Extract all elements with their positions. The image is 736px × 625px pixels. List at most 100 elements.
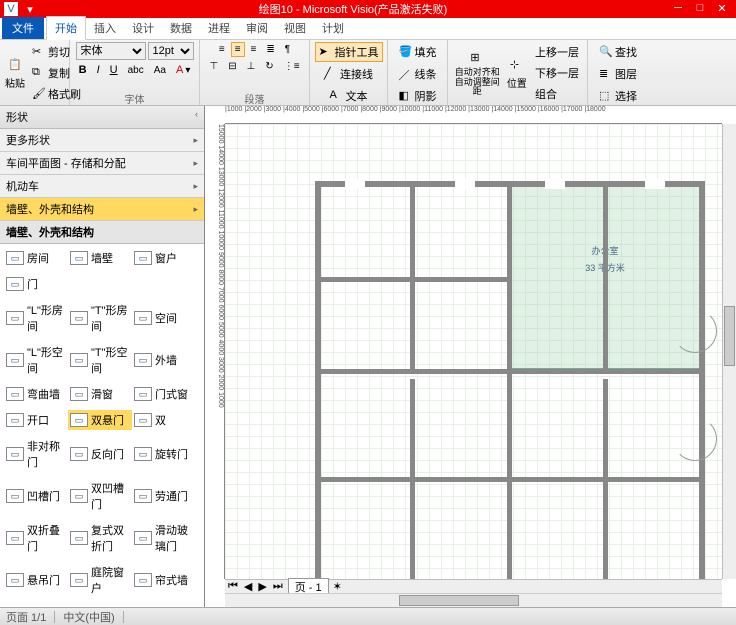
rotate-button[interactable]: ↻ [261,59,277,74]
shape-item[interactable]: ▭双 [132,410,196,430]
bold-button[interactable]: B [75,62,91,78]
shape-item[interactable]: ▭墙壁 [68,248,132,268]
status-lang: 中文(中国) [63,609,114,625]
tab-view[interactable]: 视图 [276,17,314,39]
fill-button[interactable]: 🪣填充 [395,42,441,62]
justify-button[interactable]: ≣ [262,42,278,57]
pointer-tool-button[interactable]: ➤指针工具 [315,42,383,62]
shape-item[interactable]: ▭双折叠门 [4,520,68,556]
text-tool-button[interactable]: A文本 [326,86,372,106]
shape-item[interactable]: ▭开口 [4,410,68,430]
find-button[interactable]: 🔍查找 [595,42,641,62]
shape-item[interactable]: ▭反向门 [68,436,132,472]
tab-design[interactable]: 设计 [124,17,162,39]
page-nav-prev[interactable]: ◀ [241,580,255,593]
shape-item[interactable]: ▭双凹槽门 [68,478,132,514]
align-right-button[interactable]: ≡ [247,42,261,57]
maximize-button[interactable]: □ [690,2,710,16]
send-back-button[interactable]: 下移一层 [531,63,583,83]
shape-item[interactable]: ▭非对称门 [4,436,68,472]
tab-data[interactable]: 数据 [162,17,200,39]
page-nav-first[interactable]: ⏮ [225,580,241,593]
tab-review[interactable]: 审阅 [238,17,276,39]
shape-item-label: 门 [27,276,38,292]
stencil-row-1[interactable]: 车间平面图 - 存储和分配▸ [0,152,204,175]
shape-item[interactable]: ▭滑动玻璃门 [132,520,196,556]
bullets-button[interactable]: ⋮≡ [280,59,304,74]
page-nav-last[interactable]: ⏭ [270,580,286,593]
close-button[interactable]: ✕ [712,2,732,16]
shape-icon: ▭ [70,251,88,265]
tab-process[interactable]: 进程 [200,17,238,39]
shape-grid: ▭房间▭墙壁▭窗户▭门▭"L"形房间▭"T"形房间▭空间▭"L"形空间▭"T"形… [0,244,204,607]
hscroll-thumb[interactable] [399,595,519,606]
more-shapes-row[interactable]: 更多形状▸ [0,129,204,152]
shape-icon: ▭ [6,531,24,545]
shape-item[interactable]: ▭"L"形房间 [4,300,68,336]
strike-button[interactable]: abc [124,63,148,78]
shape-item[interactable]: ▭空间 [132,300,196,336]
valign-top-button[interactable]: ⊤ [205,59,222,74]
shape-item[interactable]: ▭庭院窗户 [68,562,132,598]
shape-item[interactable]: ▭房间 [4,248,68,268]
horizontal-scrollbar[interactable] [225,593,722,607]
valign-bot-button[interactable]: ⊥ [243,59,260,74]
layer-button[interactable]: ≣图层 [595,64,641,84]
valign-mid-button[interactable]: ⊟ [224,59,240,74]
shape-item[interactable]: ▭旋转门 [132,436,196,472]
position-button[interactable]: ⊹ [506,56,528,74]
align-left-button[interactable]: ≡ [215,42,229,57]
tab-home[interactable]: 开始 [46,16,86,40]
shape-item[interactable]: ▭双悬门 [68,410,132,430]
drawing-canvas[interactable]: 办公室 33 平方米 [225,124,722,579]
align-center-button[interactable]: ≡ [231,42,245,57]
indent-button[interactable]: ¶ [281,42,294,57]
auto-align-button[interactable]: ⊞ [466,49,488,67]
shape-item[interactable]: ▭复式双折门 [68,520,132,556]
shape-item-label: 复式双折门 [91,522,130,554]
shape-item[interactable]: ▭凹槽门 [4,478,68,514]
shape-item[interactable]: ▭悬吊门 [4,562,68,598]
vscroll-thumb[interactable] [724,306,735,366]
connector-tool-button[interactable]: ╱连接线 [320,64,377,84]
shape-item[interactable]: ▭门 [4,274,68,294]
shape-item[interactable]: ▭窗户 [132,248,196,268]
shape-item[interactable]: ▭劳通门 [132,478,196,514]
group-font-label: 字体 [74,91,195,103]
shape-item[interactable]: ▭"T"形房间 [68,300,132,336]
shape-item[interactable]: ▭弯曲墙 [4,384,68,404]
shape-item[interactable]: ▭"L"形空间 [4,342,68,378]
shape-icon: ▭ [6,277,24,291]
tab-insert[interactable]: 插入 [86,17,124,39]
font-name-select[interactable]: 宋体 [76,42,146,60]
line-button[interactable]: ／线条 [395,64,441,84]
tab-plan[interactable]: 计划 [314,17,352,39]
select-button[interactable]: ⬚选择 [595,86,641,106]
floorplan[interactable]: 办公室 33 平方米 [315,169,705,579]
stencil-row-3[interactable]: 墙壁、外壳和结构▸ [0,198,204,221]
italic-button[interactable]: I [93,62,104,78]
shape-item[interactable]: ▭帘式墙 [132,562,196,598]
font-color-button[interactable]: A▾ [172,62,194,78]
fontsize-grow-button[interactable]: Aa [150,63,170,78]
shape-item[interactable]: ▭外墙 [132,342,196,378]
tab-file[interactable]: 文件 [2,17,44,39]
stencil-row-2[interactable]: 机动车▸ [0,175,204,198]
vertical-scrollbar[interactable] [722,124,736,579]
bring-front-button[interactable]: 上移一层 [531,42,583,62]
page-nav-next[interactable]: ▶ [255,580,269,593]
shape-item[interactable]: ▭门式窗 [132,384,196,404]
underline-button[interactable]: U [106,62,122,78]
shape-item-label: 旋转门 [155,446,188,462]
shape-item[interactable]: ▭滑窗 [68,384,132,404]
position-icon: ⊹ [510,58,524,72]
minimize-button[interactable]: ─ [668,2,688,16]
page-add-icon[interactable]: ✶ [329,580,346,593]
group-button[interactable]: 组合 [531,84,583,104]
font-size-select[interactable]: 12pt [148,42,194,60]
dropdown-icon[interactable]: ▾ [22,2,38,16]
paste-button[interactable]: 📋 [4,56,26,74]
shadow-button[interactable]: ◧阴影 [395,86,441,106]
collapse-icon[interactable]: ‹ [195,109,198,125]
shape-item[interactable]: ▭"T"形空间 [68,342,132,378]
